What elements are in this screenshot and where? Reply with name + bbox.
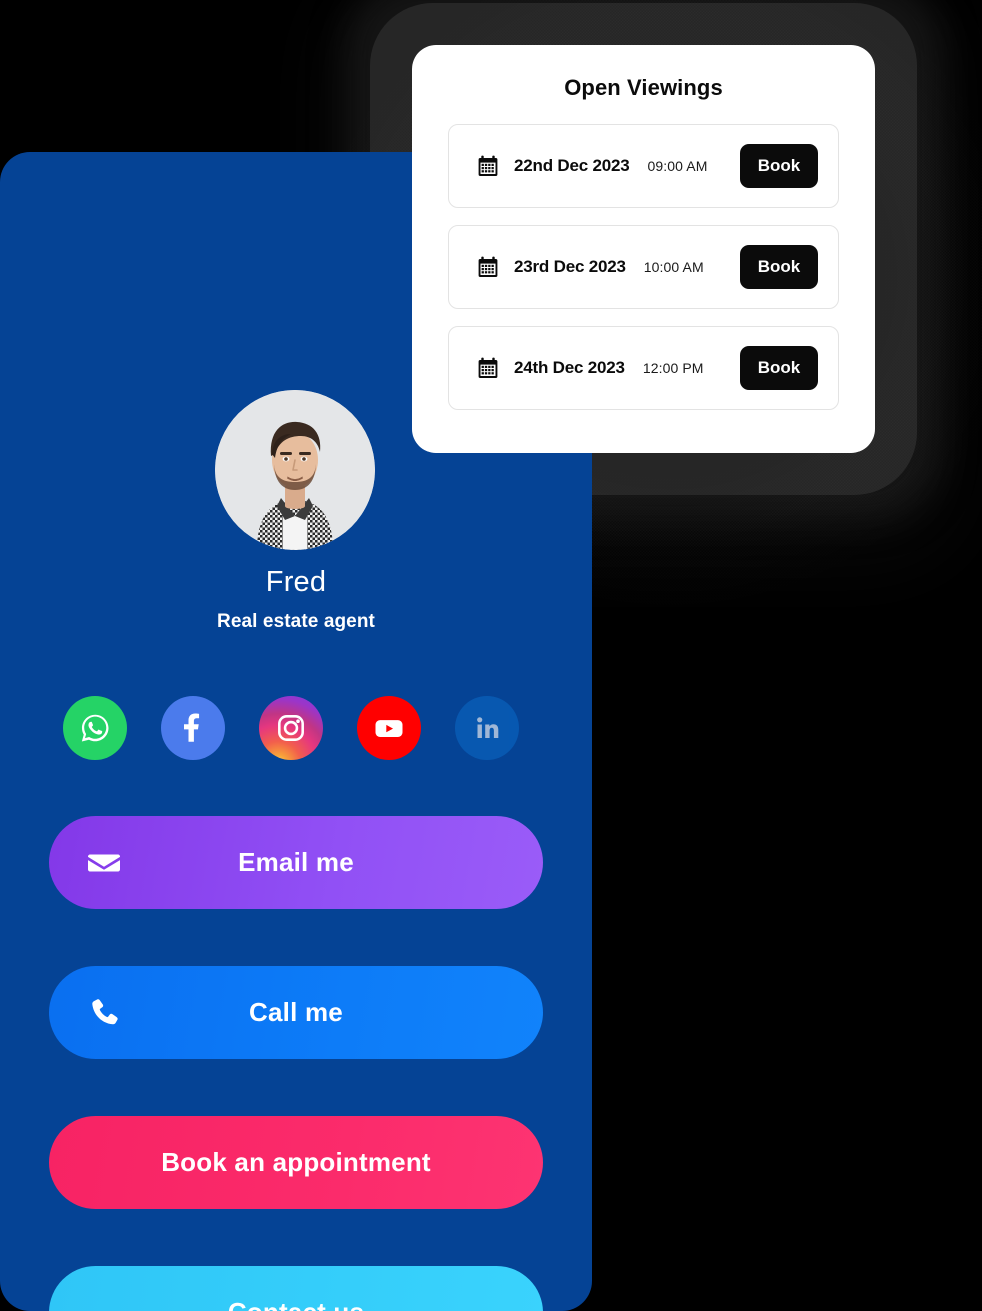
social-link-facebook[interactable]	[161, 696, 225, 760]
viewing-date: 23rd Dec 2023	[514, 257, 626, 276]
viewing-time: 12:00 PM	[642, 360, 704, 376]
book-appointment-button[interactable]: Book an appointment	[49, 1116, 543, 1209]
call-me-button[interactable]: Call me	[49, 966, 543, 1059]
open-viewings-card: Open Viewings 22nd Dec 2023 09:00 AM Boo…	[412, 45, 875, 453]
facebook-icon	[175, 710, 211, 746]
book-button[interactable]: Book	[740, 346, 818, 390]
contact-us-button[interactable]: Contact us	[49, 1266, 543, 1311]
open-viewings-title: Open Viewings	[564, 75, 723, 100]
whatsapp-icon	[77, 710, 113, 746]
social-links	[63, 695, 533, 761]
viewing-time: 09:00 AM	[647, 158, 708, 174]
viewing-row[interactable]: 23rd Dec 2023 10:00 AM Book	[448, 225, 839, 309]
phone-icon	[82, 991, 126, 1035]
avatar	[215, 390, 375, 550]
envelope-icon	[82, 841, 126, 885]
book-button[interactable]: Book	[740, 144, 818, 188]
screenshot-stage: Fred Real estate agent Email me Call me …	[0, 0, 982, 1311]
viewing-row[interactable]: 22nd Dec 2023 09:00 AM Book	[448, 124, 839, 208]
open-viewings-list: 22nd Dec 2023 09:00 AM Book 23rd Dec 202…	[448, 124, 839, 410]
profile-name: Fred	[265, 566, 327, 598]
youtube-icon	[371, 710, 407, 746]
social-link-instagram[interactable]	[259, 696, 323, 760]
social-link-whatsapp[interactable]	[63, 696, 127, 760]
viewing-row[interactable]: 24th Dec 2023 12:00 PM Book	[448, 326, 839, 410]
calendar-icon	[477, 357, 499, 379]
viewing-date: 22nd Dec 2023	[514, 156, 630, 175]
book-button[interactable]: Book	[740, 245, 818, 289]
contact-us-label: Contact us	[228, 1297, 364, 1311]
instagram-icon	[274, 711, 308, 745]
call-me-label: Call me	[249, 997, 343, 1027]
email-me-button[interactable]: Email me	[49, 816, 543, 909]
calendar-icon	[477, 155, 499, 177]
book-appointment-label: Book an appointment	[161, 1147, 431, 1177]
viewing-time: 10:00 AM	[643, 259, 704, 275]
linkedin-icon	[471, 712, 503, 744]
profile-role: Real estate agent	[217, 611, 375, 632]
social-link-linkedin[interactable]	[455, 696, 519, 760]
viewing-date: 24th Dec 2023	[514, 358, 625, 377]
social-link-youtube[interactable]	[357, 696, 421, 760]
calendar-icon	[477, 256, 499, 278]
email-me-label: Email me	[238, 847, 354, 877]
